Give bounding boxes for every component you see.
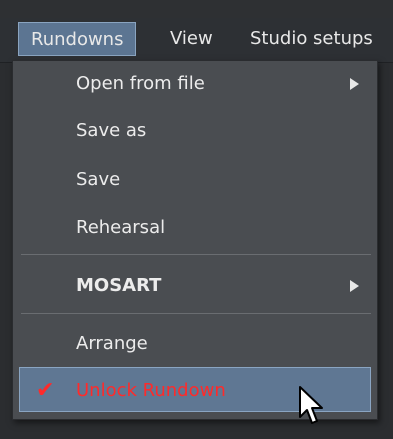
menu-item-rehearsal[interactable]: Rehearsal — [13, 205, 377, 250]
menu-item-label: Rehearsal — [76, 217, 166, 238]
menu-item-label: Open from file — [76, 73, 205, 94]
chevron-right-icon — [350, 280, 359, 292]
menu-item-label: Unlock Rundown — [76, 380, 226, 401]
menu-item-mosart[interactable]: MOSART — [13, 263, 377, 308]
menu-item-label: Save as — [76, 120, 147, 141]
menu-item-arrange[interactable]: Arrange — [13, 321, 377, 366]
menu-view[interactable]: View — [158, 22, 225, 56]
menu-separator — [21, 313, 371, 314]
checkmark-icon: ✔ — [36, 378, 55, 403]
menu-item-label: Arrange — [76, 333, 148, 354]
rundowns-dropdown-menu: Open from file Save as Save Rehearsal MO… — [12, 60, 378, 420]
menu-item-label: Save — [76, 169, 121, 190]
background-panel-right — [378, 63, 393, 439]
menu-bar: Rundowns View Studio setups — [0, 18, 393, 63]
menu-item-open-from-file[interactable]: Open from file — [13, 61, 377, 106]
menu-item-label: MOSART — [76, 275, 162, 296]
menu-studio-setups[interactable]: Studio setups — [238, 22, 385, 56]
menu-separator — [21, 254, 371, 255]
mouse-cursor-icon — [299, 386, 323, 424]
menu-item-save-as[interactable]: Save as — [13, 108, 377, 153]
chevron-right-icon — [350, 78, 359, 90]
menu-rundowns[interactable]: Rundowns — [18, 22, 137, 56]
top-background — [0, 0, 393, 18]
menu-item-save[interactable]: Save — [13, 157, 377, 202]
